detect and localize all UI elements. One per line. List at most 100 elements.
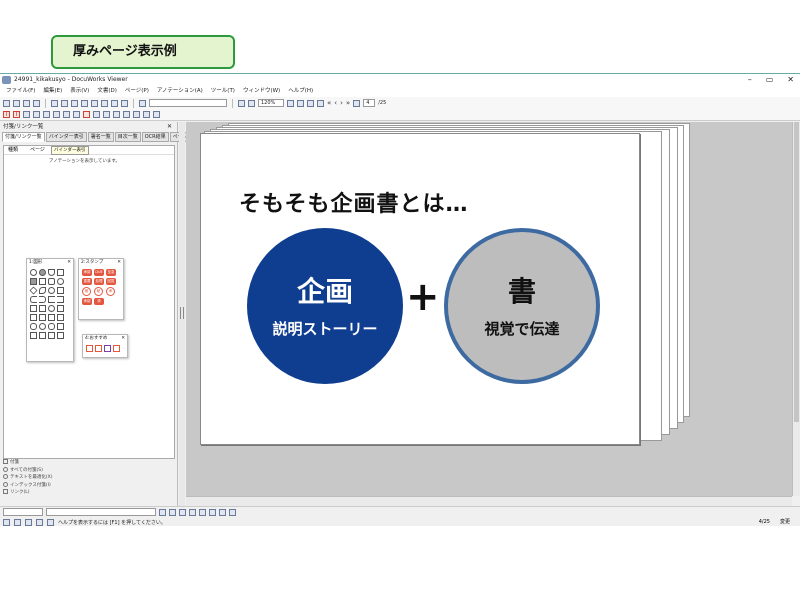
view-mode-icon[interactable] <box>3 518 10 526</box>
arrow-icon[interactable] <box>63 111 70 118</box>
stamp-item[interactable]: 承 <box>106 287 115 296</box>
menu-page[interactable]: ページ(P) <box>125 86 149 97</box>
stamp-item[interactable]: 処理済 <box>94 278 104 290</box>
triangle-shape-icon[interactable] <box>48 269 55 276</box>
cylinder-shape-icon[interactable] <box>57 305 64 312</box>
vertical-scroll-thumb[interactable] <box>794 122 799 422</box>
menu-edit[interactable]: 編集(E) <box>43 86 62 97</box>
freehand-icon[interactable] <box>103 111 110 118</box>
ocr-icon[interactable] <box>91 99 98 107</box>
marker-icon[interactable] <box>43 111 50 118</box>
document-page[interactable]: そもそも企画書とは… 企画 説明ストーリー + 書 視覚で伝達 <box>200 133 640 445</box>
double-bracket-icon[interactable] <box>39 305 46 312</box>
left-bracket-icon[interactable] <box>30 296 37 303</box>
search-icon[interactable] <box>139 99 146 107</box>
left-brace-icon[interactable] <box>48 296 55 303</box>
horizontal-scrollbar[interactable] <box>186 496 792 506</box>
find-prev-icon[interactable] <box>238 99 245 107</box>
ellipse-shape-icon[interactable] <box>57 278 64 285</box>
cross-shape-icon[interactable] <box>57 332 64 339</box>
fill-color-icon[interactable] <box>219 508 226 516</box>
stamp-item[interactable]: 秘 <box>94 287 103 296</box>
text-box-icon[interactable]: T <box>13 111 20 118</box>
stamp-item[interactable]: 重要 <box>82 278 92 285</box>
stamp-item[interactable]: 承認 <box>82 298 92 305</box>
font-color-icon[interactable] <box>199 508 206 516</box>
stamp-item[interactable]: 極 <box>82 287 91 296</box>
stamp-item[interactable]: 至急 <box>106 269 116 276</box>
tab-ocr-results[interactable]: OCR結果 <box>141 132 169 142</box>
favorite-marker-icon[interactable] <box>86 345 93 352</box>
link-icon[interactable] <box>101 99 108 107</box>
menu-help[interactable]: ヘルプ(H) <box>288 86 313 97</box>
filled-circle-shape-icon[interactable] <box>39 269 46 276</box>
maximize-button[interactable]: ▭ <box>766 74 774 86</box>
line-icon[interactable] <box>53 111 60 118</box>
callout-oval-icon[interactable] <box>39 323 46 330</box>
text-adjust-radio[interactable] <box>3 474 8 479</box>
single-page-icon[interactable] <box>14 518 21 526</box>
tab-toc[interactable]: 目次一覧 <box>114 132 141 142</box>
zoom-select[interactable]: 120% <box>258 99 284 107</box>
rotate-icon[interactable] <box>111 99 118 107</box>
link-checkbox[interactable] <box>3 489 8 494</box>
splitter-grip-icon[interactable] <box>180 307 184 319</box>
fit-page-icon[interactable] <box>287 99 294 107</box>
rounded-rect-shape-icon[interactable] <box>48 278 55 285</box>
continuous-page-icon[interactable] <box>25 518 32 526</box>
diamond-shape-icon[interactable] <box>29 286 38 295</box>
pentagon-shape-icon[interactable] <box>57 287 64 294</box>
send-icon[interactable] <box>23 99 30 107</box>
zoom-in-icon[interactable] <box>307 99 314 107</box>
curved-arrow-shape-icon[interactable] <box>39 314 46 321</box>
document-shape-icon[interactable] <box>39 332 46 339</box>
font-select[interactable] <box>3 508 43 516</box>
rectangle-icon[interactable] <box>73 111 80 118</box>
callout-cloud-icon[interactable] <box>48 323 55 330</box>
circular-arrow-shape-icon[interactable] <box>48 314 55 321</box>
two-page-icon[interactable] <box>36 518 43 526</box>
bold-icon[interactable] <box>159 508 166 516</box>
favorite-line-icon[interactable] <box>113 345 120 352</box>
oval-shape-icon[interactable] <box>48 287 55 294</box>
circle-shape-icon[interactable] <box>30 269 37 276</box>
strike-icon[interactable] <box>189 508 196 516</box>
menu-view[interactable]: 表示(V) <box>70 86 89 97</box>
tab-sticky-link[interactable]: 付箋/リンク一覧 <box>2 132 45 142</box>
play-shape-icon[interactable] <box>57 269 64 276</box>
line-color-icon[interactable] <box>209 508 216 516</box>
select-tool-icon[interactable] <box>51 99 58 107</box>
column-type[interactable]: 種類 <box>8 146 18 154</box>
stamp-icon[interactable] <box>121 99 128 107</box>
sticky-note-icon[interactable] <box>23 111 30 118</box>
page-view-icon[interactable] <box>353 99 361 107</box>
check-shape-icon[interactable] <box>48 332 55 339</box>
vertical-scrollbar[interactable] <box>792 122 800 496</box>
palette-close-icon[interactable]: ✕ <box>117 259 121 267</box>
square-bracket-icon[interactable] <box>30 305 37 312</box>
favorite-box-icon[interactable] <box>95 345 102 352</box>
palette-close-icon[interactable]: ✕ <box>67 259 71 267</box>
ellipse-icon[interactable] <box>83 111 90 118</box>
polygon-icon[interactable] <box>93 111 100 118</box>
close-button[interactable]: ✕ <box>787 74 794 86</box>
last-page-icon[interactable]: » <box>346 99 350 107</box>
menu-tools[interactable]: ツール(T) <box>211 86 235 97</box>
page-link-icon[interactable] <box>133 111 140 118</box>
index-radio[interactable] <box>3 481 8 487</box>
star-shape-icon[interactable] <box>39 287 46 294</box>
zoom-tool-icon[interactable] <box>81 99 88 107</box>
stamp-tool-icon[interactable] <box>113 111 120 118</box>
square-outline-shape-icon[interactable] <box>39 278 46 285</box>
fit-width-icon[interactable] <box>297 99 304 107</box>
annotation-toggle-icon[interactable] <box>33 99 40 107</box>
save-icon[interactable] <box>13 99 20 107</box>
favorite-pen-icon[interactable] <box>104 345 111 352</box>
right-bracket-icon[interactable] <box>39 296 46 303</box>
pane-splitter[interactable] <box>179 122 185 506</box>
stamp-item[interactable]: 済 <box>94 298 104 305</box>
find-next-icon[interactable] <box>248 99 255 107</box>
menu-document[interactable]: 文書(D) <box>97 86 117 97</box>
mask-icon[interactable] <box>143 111 150 118</box>
right-arrow-shape-icon[interactable] <box>30 314 37 321</box>
